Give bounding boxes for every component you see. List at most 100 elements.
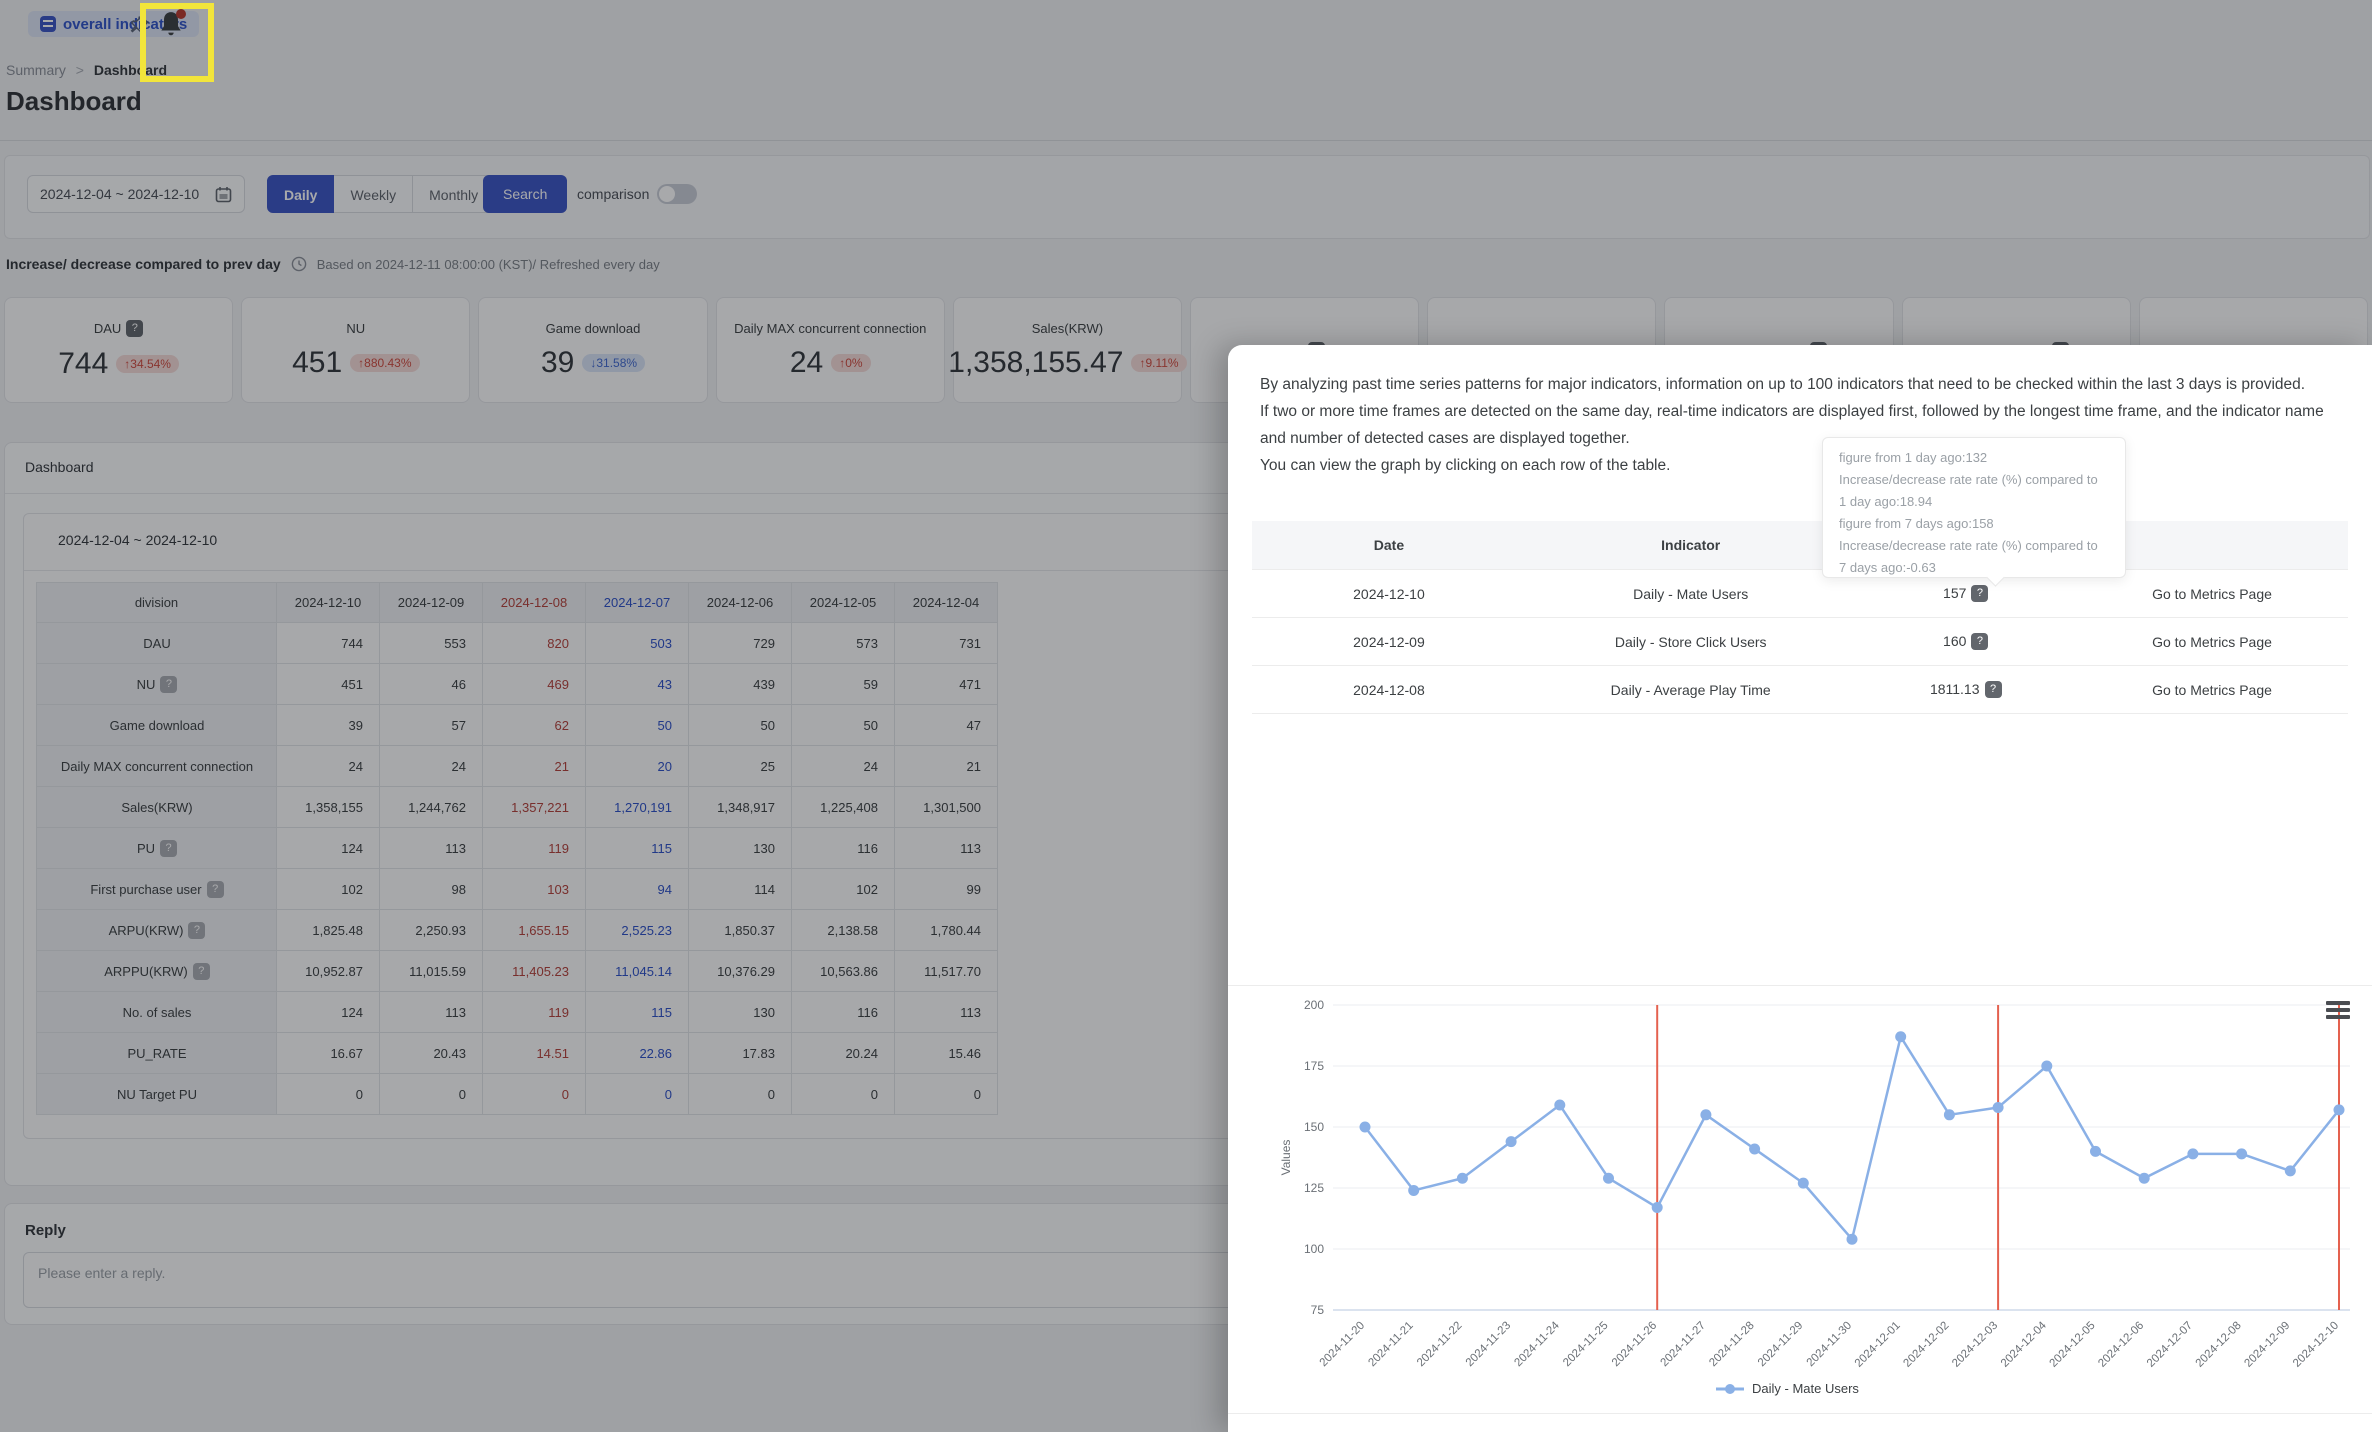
help-icon[interactable]: ?: [206, 880, 224, 898]
help-icon[interactable]: ?: [160, 675, 178, 693]
row-label: Daily MAX concurrent connection: [36, 745, 277, 787]
anomaly-indicator: Daily - Mate Users: [1525, 569, 1856, 618]
column-header: 2024-12-07: [585, 582, 689, 623]
line-chart[interactable]: 200 175 150 125 100 75 Values 2024-11-20 2024-11…: [1228, 993, 2372, 1415]
cell: 115: [585, 827, 689, 869]
x-tick-label: 2024-11-26: [1610, 1320, 1659, 1369]
date-range-input[interactable]: 2024-12-04 ~ 2024-12-10: [27, 175, 245, 213]
cell: 25: [688, 745, 792, 787]
x-tick-label: 2024-12-02: [1901, 1320, 1951, 1370]
chart-menu-icon[interactable]: [2326, 1001, 2350, 1019]
column-header: 2024-12-05: [791, 582, 895, 623]
cell: 113: [894, 991, 998, 1033]
breadcrumb-summary[interactable]: Summary: [6, 62, 66, 78]
anomaly-row[interactable]: 2024-12-09 Daily - Store Click Users 160…: [1252, 617, 2348, 666]
go-to-metrics-link[interactable]: Go to Metrics Page: [2075, 665, 2348, 714]
help-icon[interactable]: ?: [1971, 633, 1989, 650]
row-label: NU Target PU: [36, 1073, 277, 1115]
svg-text:150: 150: [1304, 1120, 1324, 1134]
cell: 11,517.70: [894, 950, 998, 992]
highlight-box: [140, 3, 214, 82]
anomaly-row[interactable]: 2024-12-10 Daily - Mate Users 157? Go to…: [1252, 569, 2348, 618]
x-tick-label: 2024-11-22: [1415, 1320, 1464, 1369]
cell: 1,357,221: [482, 786, 586, 828]
column-header: 2024-12-06: [688, 582, 792, 623]
row-label: Game download: [36, 704, 277, 746]
anomaly-row[interactable]: 2024-12-08 Daily - Average Play Time 181…: [1252, 665, 2348, 714]
cell: 57: [379, 704, 483, 746]
go-to-metrics-link[interactable]: Go to Metrics Page: [2075, 617, 2348, 666]
help-icon[interactable]: ?: [126, 319, 144, 337]
x-tick-label: 2024-11-21: [1366, 1320, 1415, 1369]
cell: 0: [791, 1073, 895, 1115]
help-icon[interactable]: ?: [1971, 585, 1989, 602]
data-point: [1797, 1177, 1809, 1189]
kpi-value: 1,358,155.47: [948, 345, 1124, 379]
help-icon[interactable]: ?: [160, 839, 178, 857]
table-row: Daily MAX concurrent connection 24 24 21 20 2…: [36, 745, 998, 787]
row-label: NU?: [36, 663, 277, 705]
svg-text:125: 125: [1304, 1181, 1324, 1195]
row-label: PU?: [36, 827, 277, 869]
toggle-knob: [659, 186, 676, 202]
kpi-delta-badge: ↑880.43%: [350, 353, 420, 372]
cell: 451: [276, 663, 380, 705]
cell: 1,655.15: [482, 909, 586, 951]
cell: 469: [482, 663, 586, 705]
period-option-daily[interactable]: Daily: [267, 175, 335, 213]
tooltip-line: figure from 7 days ago:158: [1839, 516, 1994, 531]
x-tick-label: 2024-11-28: [1707, 1320, 1756, 1369]
kpi-value: 744: [58, 346, 109, 380]
cell: 0: [482, 1073, 586, 1115]
table-row: NU? 451 46 469 43 439 59 471: [36, 663, 998, 705]
data-point: [1359, 1121, 1371, 1133]
legend-item[interactable]: Daily - Mate Users: [1716, 1381, 1859, 1396]
kpi-title: DAU?: [94, 319, 144, 337]
cell: 62: [482, 704, 586, 746]
data-point: [1992, 1101, 2004, 1113]
comparison-toggle[interactable]: [657, 184, 698, 204]
x-tick-label: 2024-12-07: [2145, 1320, 2195, 1370]
search-button[interactable]: Search: [483, 175, 568, 213]
cell: 11,405.23: [482, 950, 586, 992]
filter-bar: 2024-12-04 ~ 2024-12-10 Daily Weekly Month…: [4, 155, 2370, 239]
x-tick-label: 2024-11-29: [1756, 1320, 1805, 1369]
cell: 24: [791, 745, 895, 787]
period-option-weekly[interactable]: Weekly: [334, 175, 414, 213]
data-point: [2187, 1148, 2199, 1160]
period-segmented-control: Daily Weekly Monthly: [267, 175, 496, 213]
help-icon[interactable]: ?: [188, 921, 206, 939]
cell: 39: [276, 704, 380, 746]
data-point: [1700, 1109, 1712, 1121]
cell: 102: [276, 868, 380, 910]
cell: 1,225,408: [791, 786, 895, 828]
anomaly-value: 1811.13?: [1855, 665, 2076, 714]
help-icon[interactable]: ?: [192, 962, 210, 980]
cell: 24: [379, 745, 483, 787]
cell: 20.24: [791, 1032, 895, 1074]
anomaly-date: 2024-12-09: [1252, 617, 1526, 666]
x-tick-label: 2024-12-10: [2291, 1320, 2341, 1370]
cell: 1,270,191: [585, 786, 689, 828]
cell: 10,563.86: [791, 950, 895, 992]
x-tick-label: 2024-11-27: [1659, 1320, 1708, 1369]
cell: 820: [482, 622, 586, 664]
row-label: First purchase user?: [36, 868, 277, 910]
data-point: [1603, 1172, 1614, 1184]
cell: 471: [894, 663, 998, 705]
data-point: [1554, 1099, 1566, 1111]
cell: 0: [585, 1073, 689, 1115]
cell: 50: [585, 704, 689, 746]
tooltip-line: figure from 1 day ago:132: [1839, 450, 1988, 465]
data-point: [2236, 1148, 2248, 1160]
column-header: 2024-12-09: [379, 582, 483, 623]
cell: 115: [585, 991, 689, 1033]
chart-svg: 20017515012510075Values2024-11-20 2024-11…: [1279, 998, 2350, 1396]
cell: 21: [482, 745, 586, 787]
data-point: [2284, 1165, 2296, 1177]
cell: 24: [276, 745, 380, 787]
cell: 20.43: [379, 1032, 483, 1074]
help-icon[interactable]: ?: [1984, 681, 2002, 698]
table-row: Sales(KRW) 1,358,155 1,244,762 1,357,221 1,2…: [36, 786, 998, 828]
kpi-value: 451: [292, 345, 343, 379]
